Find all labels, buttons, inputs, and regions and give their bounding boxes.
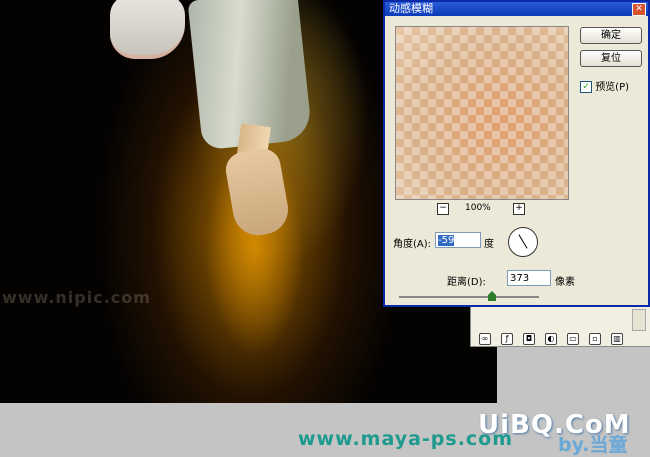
distance-input[interactable]: 373 <box>507 270 551 286</box>
dialog-title: 动感模糊 <box>389 2 433 15</box>
close-icon[interactable]: ✕ <box>632 3 646 16</box>
ok-button[interactable]: 确定 <box>580 27 642 44</box>
zoom-out-button[interactable]: − <box>437 203 449 215</box>
shoe-image-bottom <box>223 145 292 240</box>
zoom-in-button[interactable]: + <box>513 203 525 215</box>
layers-scrollbar[interactable] <box>632 309 646 331</box>
adjustment-icon[interactable]: ◐ <box>545 333 557 345</box>
zoom-controls: − 100% + <box>435 203 535 217</box>
reset-button[interactable]: 复位 <box>580 50 642 67</box>
link-icon[interactable]: ∞ <box>479 333 491 345</box>
distance-unit: 像素 <box>555 277 575 288</box>
filter-preview[interactable] <box>395 26 569 200</box>
footer-author: by.当童 <box>558 434 628 456</box>
preview-checkbox[interactable]: ✓ 预览(P) <box>580 78 629 93</box>
angle-input[interactable]: -59 <box>435 232 481 248</box>
angle-dial[interactable] <box>508 227 538 257</box>
fx-icon[interactable]: ƒ <box>501 333 513 345</box>
footer-url: www.maya-ps.com <box>298 428 514 450</box>
angle-value: -59 <box>438 235 455 246</box>
watermark-text: www.nipic.com <box>2 288 151 307</box>
angle-unit: 度 <box>484 239 494 250</box>
zoom-level: 100% <box>465 203 491 213</box>
distance-slider-thumb[interactable] <box>488 291 496 301</box>
motion-blur-dialog: 动感模糊 ✕ 确定 复位 ✓ 预览(P) − 100% + 角度(A): -59… <box>383 0 650 307</box>
folder-icon[interactable]: ▭ <box>567 333 579 345</box>
distance-slider-track[interactable] <box>399 296 539 298</box>
dialog-titlebar[interactable]: 动感模糊 ✕ <box>385 2 648 16</box>
checkmark-icon: ✓ <box>580 81 592 93</box>
trash-icon[interactable]: ▥ <box>611 333 623 345</box>
angle-label: 角度(A): <box>393 239 432 250</box>
preview-checkbox-label: 预览(P) <box>595 82 630 93</box>
layers-panel: ∞ ƒ ◘ ◐ ▭ ▫ ▥ <box>470 307 650 347</box>
distance-label: 距离(D): <box>447 277 486 288</box>
new-layer-icon[interactable]: ▫ <box>589 333 601 345</box>
mask-icon[interactable]: ◘ <box>523 333 535 345</box>
shoe-image-top <box>110 0 185 59</box>
